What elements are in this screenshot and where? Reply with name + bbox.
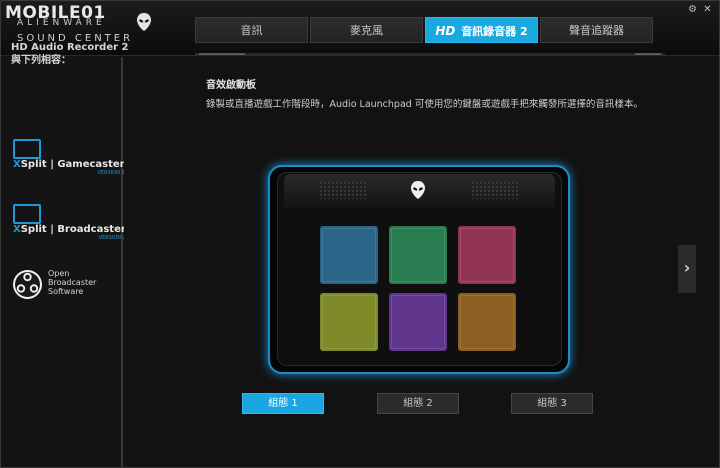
window-controls: ⚙ ✕ [687, 4, 713, 15]
launchpad-pad-1[interactable] [320, 226, 378, 284]
tab-prefix: HD [435, 24, 456, 38]
tab-bar: 音訊 麥克風 HD 音訊錄音器 2 聲音追蹤器 [195, 17, 653, 43]
launchpad-pad-6[interactable] [458, 293, 516, 351]
compat-xsplit-broadcaster[interactable]: XSplit | Broadcaster VERSION 2 [13, 204, 126, 241]
compat-name: XSplit | Gamecaster [13, 159, 125, 170]
app-window: MOBILE01 ALIENWARE SOUND CENTER ⚙ ✕ 音訊 麥… [0, 0, 720, 468]
tab-label: 音訊錄音器 2 [461, 25, 528, 38]
speaker-grill-left [319, 181, 367, 199]
compat-obs[interactable]: Open Broadcaster Software [48, 269, 96, 296]
tab-label: 麥克風 [350, 24, 383, 37]
tab-label: 聲音追蹤器 [569, 24, 624, 37]
tab-rail [195, 53, 665, 56]
close-icon[interactable]: ✕ [702, 4, 713, 15]
tab-sound-tracker[interactable]: 聲音追蹤器 [540, 17, 653, 43]
xsplit-logo-icon [13, 204, 41, 224]
launchpad-pad-2[interactable] [389, 226, 447, 284]
tab-label: 音訊 [240, 24, 263, 37]
launchpad-pad-4[interactable] [320, 293, 378, 351]
compat-version: VERSION 2 [97, 170, 125, 176]
sidebar-scrollbar[interactable] [121, 57, 123, 467]
obs-line1: Open [48, 269, 70, 278]
section-description: 錄製或直播遊戲工作階段時，Audio Launchpad 可使用您的鍵盤或遊戲手… [206, 99, 643, 110]
obs-line3: Software [48, 287, 84, 296]
config-2-button[interactable]: 組態 2 [377, 393, 459, 414]
launchpad-pad-5[interactable] [389, 293, 447, 351]
tab-hd-audio-recorder[interactable]: HD 音訊錄音器 2 [425, 17, 538, 43]
obs-line2: Broadcaster [48, 278, 97, 287]
xsplit-logo-icon [13, 139, 41, 159]
next-arrow-button[interactable]: › [678, 245, 696, 293]
tab-microphone[interactable]: 麥克風 [310, 17, 423, 43]
sidebar-title: HD Audio Recorder 2 與下列相容： [11, 41, 128, 67]
sidebar-title-line2: 與下列相容： [11, 55, 71, 66]
launchpad-pad-3[interactable] [458, 226, 516, 284]
section-title: 音效啟動板 [206, 80, 256, 91]
config-3-button[interactable]: 組態 3 [511, 393, 593, 414]
speaker-grill-right [471, 181, 519, 199]
compat-xsplit-gamecaster[interactable]: XSplit | Gamecaster VERSION 2 [13, 139, 125, 176]
tab-audio[interactable]: 音訊 [195, 17, 308, 43]
compat-name: XSplit | Broadcaster [13, 224, 126, 235]
config-1-button[interactable]: 組態 1 [242, 393, 324, 414]
obs-logo-icon [13, 270, 42, 299]
sidebar-title-line1: HD Audio Recorder 2 [11, 42, 129, 53]
brand-name: ALIENWARE [17, 18, 106, 28]
gear-icon[interactable]: ⚙ [687, 4, 698, 15]
compat-version: VERSION 2 [98, 235, 126, 241]
alien-head-icon [411, 181, 425, 199]
sidebar [1, 57, 123, 467]
alien-head-icon [137, 13, 151, 31]
